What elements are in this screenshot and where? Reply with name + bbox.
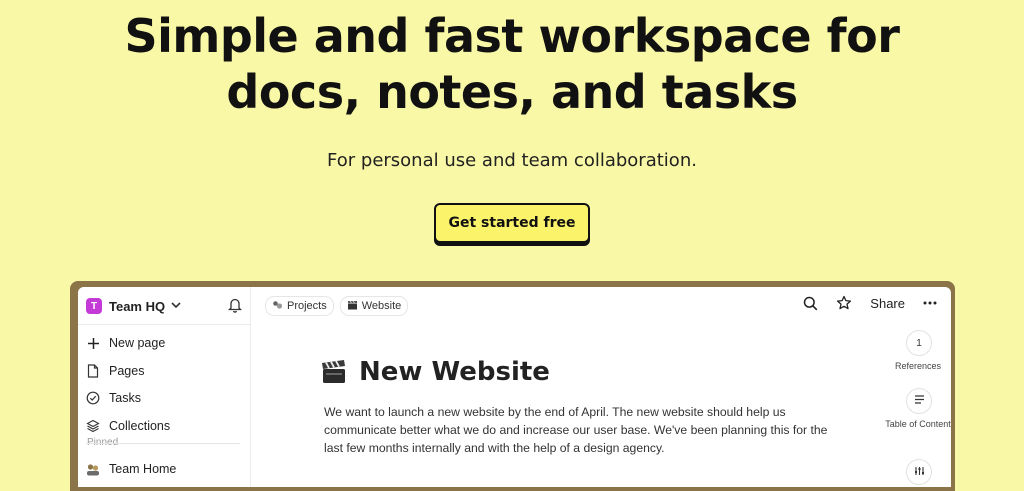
document-title: New Website bbox=[321, 357, 550, 387]
main-content: Projects Website Share New Website We wa… bbox=[251, 287, 951, 487]
sidebar-item-tasks[interactable]: Tasks bbox=[86, 387, 141, 409]
hero-title-line-1: Simple and fast workspace for bbox=[124, 9, 900, 63]
star-icon[interactable] bbox=[836, 295, 852, 311]
breadcrumb: Projects Website bbox=[265, 296, 409, 316]
sidebar-item-pages[interactable]: Pages bbox=[86, 360, 144, 382]
references-count[interactable]: 1 bbox=[906, 330, 932, 356]
workspace-name: Team HQ bbox=[109, 298, 166, 314]
document-title-text: New Website bbox=[359, 357, 550, 387]
page-icon bbox=[86, 364, 100, 378]
sidebar-item-label: Pages bbox=[109, 364, 145, 378]
sidebar: T Team HQ New page Pages Tasks Collectio… bbox=[78, 287, 251, 487]
document-body[interactable]: We want to launch a new website by the e… bbox=[324, 403, 844, 457]
list-icon bbox=[914, 395, 925, 407]
check-circle-icon bbox=[86, 391, 100, 405]
sidebar-divider bbox=[86, 443, 240, 444]
app-preview: T Team HQ New page Pages Tasks Collectio… bbox=[78, 287, 951, 487]
toc-label: Table of Content bbox=[885, 419, 951, 429]
team-icon bbox=[86, 462, 100, 476]
breadcrumb-website[interactable]: Website bbox=[339, 296, 409, 316]
breadcrumb-label: Projects bbox=[287, 300, 327, 312]
settings-sliders-button[interactable] bbox=[906, 459, 932, 485]
sidebar-item-collections[interactable]: Collections bbox=[86, 415, 170, 437]
sidebar-divider bbox=[78, 324, 250, 325]
hero-title-line-2: docs, notes, and tasks bbox=[226, 65, 798, 119]
breadcrumb-projects[interactable]: Projects bbox=[265, 296, 334, 316]
get-started-button[interactable]: Get started free bbox=[434, 203, 590, 243]
sidebar-item-label: New page bbox=[109, 336, 166, 350]
hero-title: Simple and fast workspace for docs, note… bbox=[0, 8, 1024, 120]
projects-icon bbox=[272, 300, 283, 313]
chevron-down-icon bbox=[171, 300, 181, 312]
sidebar-item-label: Tasks bbox=[109, 391, 141, 405]
right-rail: 1 References Table of Content bbox=[882, 287, 951, 487]
sidebar-item-label: Collections bbox=[109, 419, 171, 433]
hero-subtitle: For personal use and team collaboration. bbox=[327, 150, 697, 171]
references-label: References bbox=[894, 361, 942, 371]
clapper-icon bbox=[347, 300, 358, 313]
layers-icon bbox=[86, 419, 100, 433]
toc-button[interactable] bbox=[906, 388, 932, 414]
plus-icon bbox=[86, 336, 100, 350]
search-icon[interactable] bbox=[803, 296, 818, 311]
sidebar-item-label: Team Home bbox=[109, 462, 177, 476]
workspace-switcher[interactable]: T Team HQ bbox=[86, 296, 181, 316]
clapper-board-icon bbox=[321, 360, 347, 384]
bell-icon[interactable] bbox=[227, 297, 243, 313]
workspace-logo: T bbox=[86, 298, 102, 314]
sidebar-item-new-page[interactable]: New page bbox=[86, 332, 165, 354]
breadcrumb-label: Website bbox=[361, 300, 402, 312]
